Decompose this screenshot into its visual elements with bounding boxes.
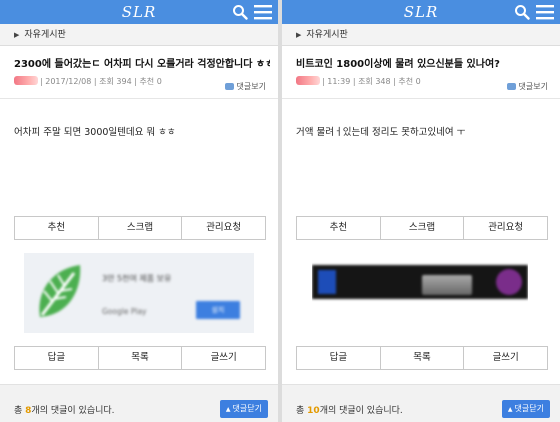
post-nav-buttons: 답글 목록 글쓰기 [14,346,266,370]
ad-banner[interactable]: 3만 5천여 제품 보유 Google Play 설치 [24,253,254,333]
recommend-button[interactable]: 추천 [297,217,381,239]
recommend-button[interactable]: 추천 [15,217,99,239]
post-meta-text: | 2017/12/08 | 조회 394 | 추천 0 [40,77,162,86]
ad-image [312,265,528,299]
close-comments-label: 댓글닫기 [232,404,262,413]
report-button[interactable]: 관리요청 [464,217,547,239]
scrap-button[interactable]: 스크랩 [381,217,465,239]
divider [282,98,560,99]
post-body: 거액 물려ㅓ있는데 정리도 못하고있네여 ㅜ [296,127,466,138]
install-button[interactable]: 설치 [196,301,240,319]
comment-count-suffix: 개의 댓글이 있습니다. [319,406,403,416]
breadcrumb-label: 자유게시판 [24,30,66,40]
comment-view-label: 댓글보기 [518,82,548,91]
brand-logo-icon [496,269,522,295]
comment-icon [506,83,516,90]
laptop-image [422,275,472,295]
post-meta: | 2017/12/08 | 조회 394 | 추천 0 [14,76,162,87]
divider [0,98,278,99]
comment-count: 총 8개의 댓글이 있습니다. [14,403,115,416]
top-bar: SLR [0,0,278,24]
breadcrumb-label: 자유게시판 [306,30,348,40]
ad-text: 3만 5천여 제품 보유 [102,274,172,283]
chevron-right-icon: ▶ [296,31,302,39]
right-screen: SLR ▶ 자유게시판 비트코인 1800이상에 물려 있으신분들 있나여? | … [282,0,560,422]
close-comments-button[interactable]: ▲ 댓글닫기 [501,400,550,418]
close-comments-label: 댓글닫기 [514,404,544,413]
search-icon[interactable] [232,4,248,20]
post-action-buttons: 추천 스크랩 관리요청 [14,216,266,240]
scrap-button[interactable]: 스크랩 [99,217,183,239]
top-bar: SLR [282,0,560,24]
comment-icon [224,83,234,90]
search-icon[interactable] [514,4,530,20]
ad-badge [318,270,336,294]
report-button[interactable]: 관리요청 [182,217,265,239]
write-button[interactable]: 글쓰기 [182,347,265,369]
post-body: 어차피 주말 되면 3000일텐데요 뭐 ㅎㅎ [14,127,176,138]
redacted-author [14,76,38,85]
post-title: 비트코인 1800이상에 물려 있으신분들 있나여? [296,59,500,70]
comment-count-number: 10 [307,406,320,416]
comment-count-suffix: 개의 댓글이 있습니다. [31,406,115,416]
ad-banner[interactable] [312,253,528,333]
post-nav-buttons: 답글 목록 글쓰기 [296,346,548,370]
comment-view-link[interactable]: 댓글보기 [224,81,266,92]
comment-view-link[interactable]: 댓글보기 [506,81,548,92]
post-meta: | 11:39 | 조회 348 | 추천 0 [296,76,421,87]
list-button[interactable]: 목록 [99,347,183,369]
comment-view-label: 댓글보기 [236,82,266,91]
hamburger-menu-icon[interactable] [254,4,272,20]
write-button[interactable]: 글쓰기 [464,347,547,369]
post-action-buttons: 추천 스크랩 관리요청 [296,216,548,240]
close-comments-button[interactable]: ▲ 댓글닫기 [219,400,268,418]
post-meta-text: | 11:39 | 조회 348 | 추천 0 [322,77,421,86]
chevron-right-icon: ▶ [14,31,20,39]
google-play-label: Google Play [102,307,147,316]
hamburger-menu-icon[interactable] [536,4,554,20]
list-button[interactable]: 목록 [381,347,465,369]
post-title: 2300에 들어갔는ㄷ 어차피 다시 오를거라 걱정안합니다 ㅎㅎ [14,59,270,70]
leaf-logo-icon [39,265,81,317]
reply-button[interactable]: 답글 [15,347,99,369]
left-screen: SLR ▶ 자유게시판 2300에 들어갔는ㄷ 어차피 다시 오를거라 걱정안합니… [0,0,278,422]
triangle-up-icon: ▲ [225,406,231,413]
breadcrumb[interactable]: ▶ 자유게시판 [0,24,278,46]
comment-count-prefix: 총 [14,406,26,416]
reply-button[interactable]: 답글 [297,347,381,369]
redacted-author [296,76,320,85]
triangle-up-icon: ▲ [507,406,513,413]
breadcrumb[interactable]: ▶ 자유게시판 [282,24,560,46]
comment-count: 총 10개의 댓글이 있습니다. [296,403,403,416]
comment-count-prefix: 총 [296,406,308,416]
